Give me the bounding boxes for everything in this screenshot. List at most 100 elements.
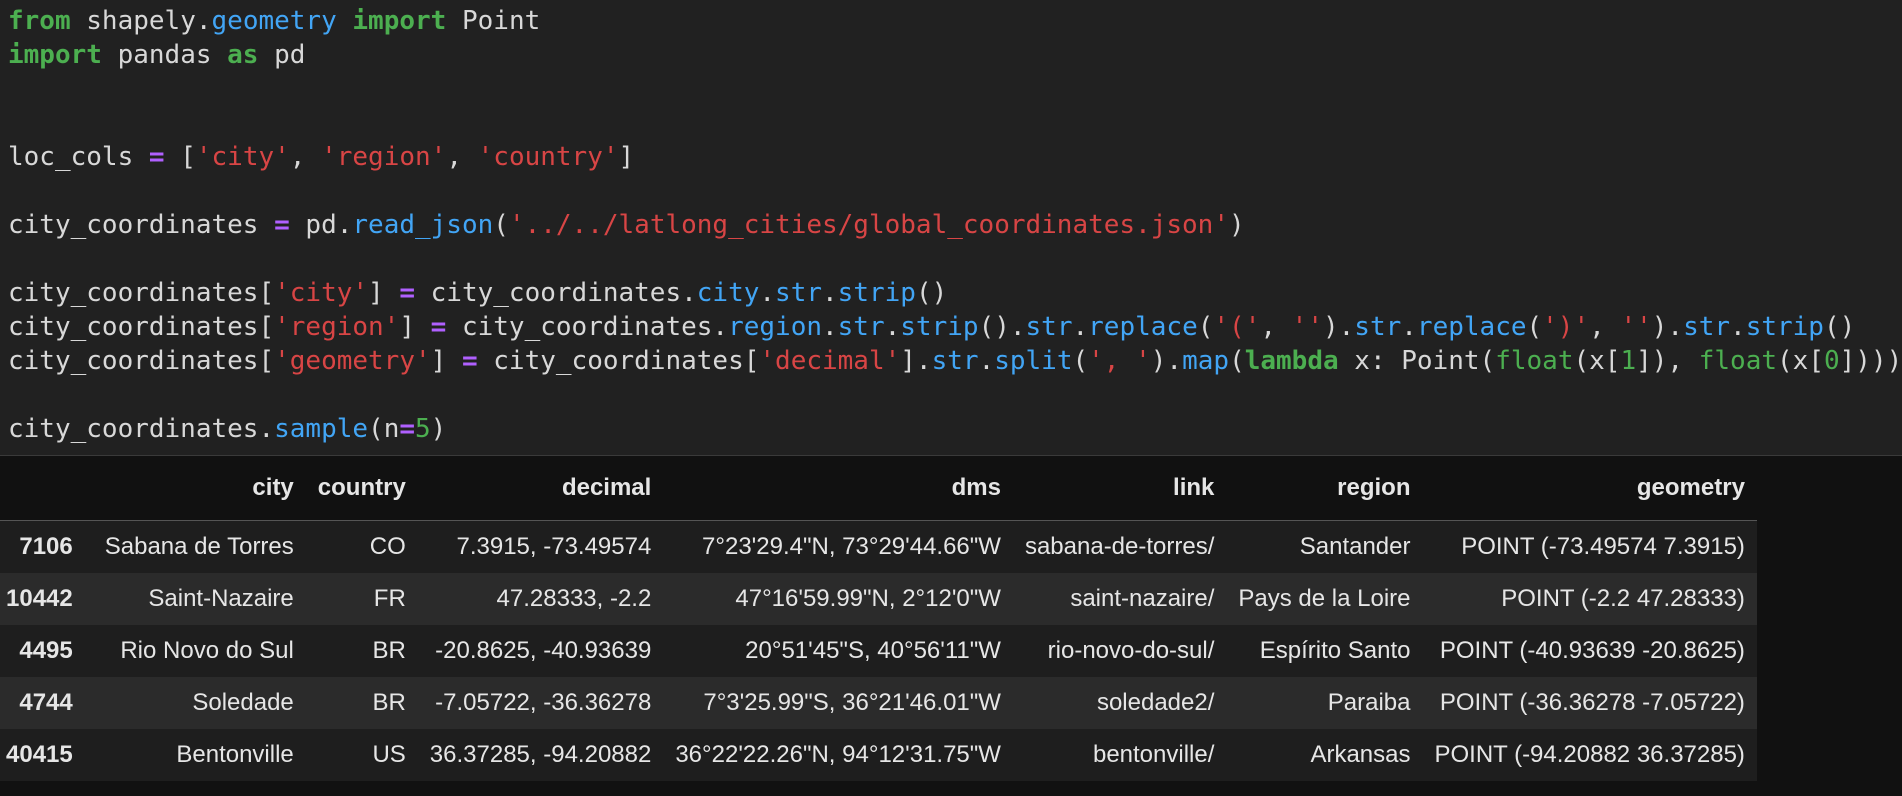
row-index: 10442: [6, 585, 73, 612]
attribute: str: [1354, 312, 1402, 342]
string: '../../latlong_cities/global_coordinates…: [508, 210, 1229, 240]
column-header: link: [1012, 456, 1227, 521]
string: 'region': [321, 142, 447, 172]
code-line-5: city_coordinates['city'] = city_coordina…: [8, 278, 948, 308]
operator: =: [148, 142, 165, 172]
attribute: sample: [274, 414, 369, 444]
keyword: from: [8, 6, 71, 36]
code-line-7: city_coordinates['geometry'] = city_coor…: [8, 346, 1902, 376]
operator: =: [461, 346, 478, 376]
cell-output: city country decimal dms link region geo…: [0, 456, 1902, 781]
attribute: str: [775, 278, 823, 308]
string: '': [1291, 312, 1323, 342]
string: 'region': [274, 312, 400, 342]
column-header: city: [84, 456, 306, 521]
table-cell: Santander: [1299, 533, 1411, 560]
builtin: float: [1698, 346, 1778, 376]
identifier: Point: [461, 6, 541, 36]
identifier: pd: [274, 40, 306, 70]
punct: ,: [289, 142, 322, 172]
table-cell: CO: [369, 533, 406, 560]
attribute: read_json: [352, 210, 494, 240]
code-cell[interactable]: from shapely.geometry import Point impor…: [0, 0, 1902, 456]
table-row: 4495 Rio Novo do Sul BR -20.8625, -40.93…: [0, 625, 1757, 677]
identifier: city_coordinates: [430, 278, 682, 308]
table-cell: 7.3915, -73.49574: [456, 533, 652, 560]
identifier: city_coordinates: [8, 278, 259, 308]
row-index: 40415: [6, 741, 73, 768]
attribute: map: [1182, 346, 1230, 376]
table-cell: rio-novo-do-sul/: [1047, 637, 1215, 664]
identifier: city_coordinates: [8, 312, 259, 342]
module-name: shapely: [86, 6, 196, 36]
attribute: geometry: [211, 6, 337, 36]
table-cell: 7°23'29.4"N, 73°29'44.66"W: [702, 533, 1001, 560]
column-header: country: [305, 456, 418, 521]
punct: [: [180, 142, 196, 172]
table-cell: Soledade: [192, 689, 294, 716]
attribute: strip: [1745, 312, 1824, 342]
table-cell: -7.05722, -36.36278: [435, 689, 652, 716]
attribute: str: [837, 312, 885, 342]
identifier: x: [1589, 346, 1605, 376]
table-cell: BR: [372, 689, 406, 716]
table-header-row: city country decimal dms link region geo…: [0, 456, 1757, 521]
identifier: city_coordinates: [8, 414, 259, 444]
table-row: 40415 Bentonville US 36.37285, -94.20882…: [0, 729, 1757, 781]
table-cell: Paraiba: [1327, 689, 1411, 716]
number: 0: [1823, 346, 1840, 376]
number: 1: [1620, 346, 1637, 376]
table-cell: Arkansas: [1310, 741, 1411, 768]
string: 'city': [274, 278, 369, 308]
operator: =: [430, 312, 447, 342]
column-header: dms: [663, 456, 1013, 521]
code-line-8: city_coordinates.sample(n=5): [8, 414, 447, 444]
attribute: replace: [1088, 312, 1198, 342]
table-cell: POINT (-40.93639 -20.8625): [1439, 637, 1745, 664]
dataframe-table: city country decimal dms link region geo…: [0, 456, 1757, 781]
attribute: region: [728, 312, 822, 342]
identifier: n: [383, 414, 400, 444]
string: ')': [1542, 312, 1590, 342]
identifier: city_coordinates: [493, 346, 744, 376]
table-cell: -20.8625, -40.93639: [435, 637, 652, 664]
operator: =: [274, 210, 290, 240]
table-row: 4744 Soledade BR -7.05722, -36.36278 7°3…: [0, 677, 1757, 729]
dot: .: [195, 6, 212, 36]
string: ', ': [1088, 346, 1151, 376]
identifier: x: [1354, 346, 1370, 376]
index-header: [0, 456, 85, 521]
builtin: float: [1495, 346, 1574, 376]
identifier: city_coordinates: [461, 312, 713, 342]
number: 5: [415, 414, 431, 444]
keyword: as: [227, 40, 259, 70]
table-cell: 36.37285, -94.20882: [429, 741, 652, 768]
table-cell: POINT (-36.36278 -7.05722): [1439, 689, 1745, 716]
punct: ]: [618, 142, 635, 172]
table-cell: Saint-Nazaire: [148, 585, 294, 612]
attribute: str: [1025, 312, 1073, 342]
identifier: Point: [1401, 346, 1480, 376]
identifier: city_coordinates: [8, 210, 259, 240]
table-cell: sabana-de-torres/: [1024, 533, 1215, 560]
attribute: city: [696, 278, 760, 308]
table-cell: 47.28333, -2.2: [496, 585, 652, 612]
string: 'country': [477, 142, 619, 172]
table-cell: Sabana de Torres: [104, 533, 294, 560]
table-cell: BR: [372, 637, 406, 664]
table-cell: POINT (-2.2 47.28333): [1501, 585, 1745, 612]
attribute: strip: [900, 312, 979, 342]
keyword: import: [8, 40, 102, 70]
attribute: replace: [1416, 312, 1527, 342]
table-cell: 7°3'25.99"S, 36°21'46.01"W: [703, 689, 1001, 716]
table-cell: 36°22'22.26"N, 94°12'31.75"W: [675, 741, 1001, 768]
code-line-4: city_coordinates = pd.read_json('../../l…: [8, 210, 1245, 240]
column-header: geometry: [1422, 456, 1757, 521]
table-cell: Pays de la Loire: [1238, 585, 1411, 612]
identifier: city_coordinates: [8, 346, 259, 376]
table-cell: 20°51'45"S, 40°56'11"W: [745, 637, 1001, 664]
string: '(': [1213, 312, 1261, 342]
